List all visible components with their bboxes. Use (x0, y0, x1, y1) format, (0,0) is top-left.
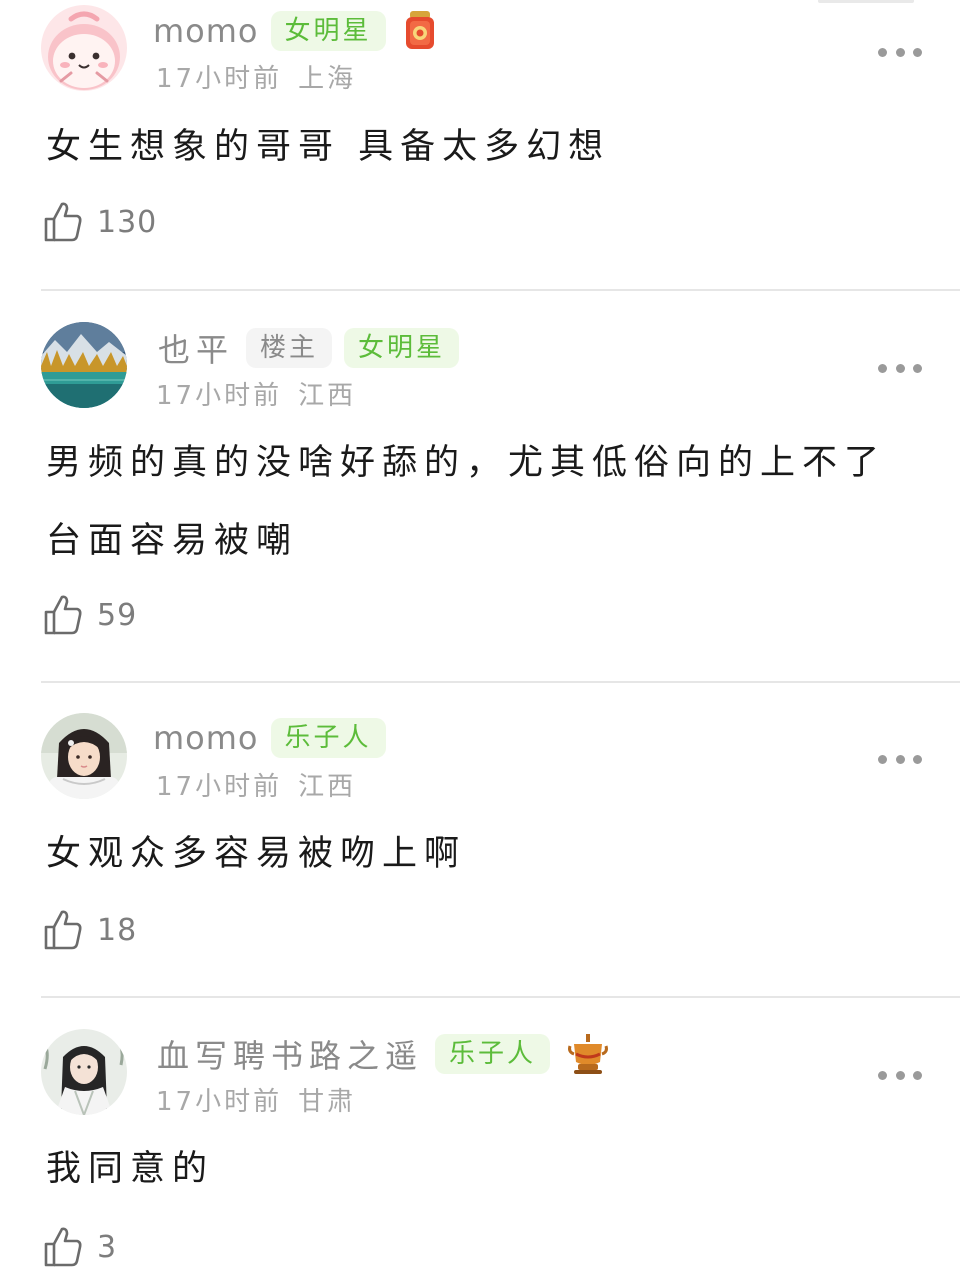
comment-item: momo 乐子人 17小时前 江西 女观众多容易被吻上啊 18 (0, 683, 960, 998)
location: 江西 (298, 381, 357, 411)
comment-item: 血写聘书路之遥 乐子人 17小时前 甘肃 我同意的 3 (0, 998, 960, 1267)
location: 上海 (298, 64, 357, 94)
op-badge[interactable]: 楼主 (246, 328, 333, 368)
like-button[interactable]: 59 (43, 593, 137, 637)
red-lucky-charm-icon (402, 9, 438, 53)
like-button[interactable]: 130 (43, 200, 157, 244)
comment-meta: 17小时前 甘肃 (156, 1081, 356, 1118)
comment-item: momo 女明星 17小时前 上海 女生想象的哥哥 具备太多幻想 130 (0, 0, 960, 291)
like-count: 18 (97, 912, 138, 948)
more-options-icon[interactable] (878, 752, 922, 766)
more-options-icon[interactable] (878, 361, 922, 375)
name-row: momo 女明星 (153, 9, 438, 53)
avatar[interactable] (41, 322, 127, 408)
like-count: 130 (97, 204, 158, 240)
location: 甘肃 (298, 1087, 357, 1117)
more-options-icon[interactable] (878, 1068, 922, 1082)
thumbs-up-icon (43, 200, 83, 244)
name-row: momo 乐子人 (153, 716, 398, 760)
status-badge[interactable]: 女明星 (344, 328, 460, 368)
comment-text: 男频的真的没啥好舔的，尤其低俗向的上不了台面容易被嘲 (46, 443, 887, 561)
username[interactable]: 血写聘书路之遥 (157, 1031, 423, 1077)
comment-meta: 17小时前 江西 (156, 766, 356, 803)
timestamp: 17小时前 (156, 64, 283, 94)
username[interactable]: 也平 (158, 325, 234, 371)
comment-meta: 17小时前 江西 (156, 375, 356, 412)
timestamp: 17小时前 (156, 772, 283, 802)
like-button[interactable]: 3 (43, 1225, 117, 1269)
avatar[interactable] (41, 5, 127, 91)
comment-text: 女观众多容易被吻上啊 (46, 834, 467, 874)
comment-meta: 17小时前 上海 (156, 58, 356, 95)
like-count: 3 (97, 1229, 118, 1265)
location: 江西 (298, 772, 357, 802)
comment-text: 女生想象的哥哥 具备太多幻想 (46, 127, 611, 167)
comment-text: 我同意的 (46, 1149, 215, 1189)
thumbs-up-icon (43, 908, 83, 952)
timestamp: 17小时前 (156, 1087, 283, 1117)
username[interactable]: momo (153, 12, 259, 50)
name-row: 也平 楼主 女明星 (158, 326, 471, 370)
name-row: 血写聘书路之遥 乐子人 (157, 1032, 610, 1076)
thumbs-up-icon (43, 1225, 83, 1269)
like-button[interactable]: 18 (43, 908, 137, 952)
like-count: 59 (97, 597, 138, 633)
avatar[interactable] (41, 1029, 127, 1115)
status-badge[interactable]: 乐子人 (270, 718, 386, 758)
timestamp: 17小时前 (156, 381, 283, 411)
comment-item: 也平 楼主 女明星 17小时前 江西 男频的真的没啥好舔的，尤其低俗向的上不了台面… (0, 291, 960, 683)
username[interactable]: momo (153, 719, 259, 757)
avatar[interactable] (41, 713, 127, 799)
status-badge[interactable]: 乐子人 (435, 1034, 551, 1074)
thumbs-up-icon (43, 593, 83, 637)
more-options-icon[interactable] (878, 45, 922, 59)
hotpot-icon (566, 1032, 610, 1076)
status-badge[interactable]: 女明星 (270, 11, 386, 51)
